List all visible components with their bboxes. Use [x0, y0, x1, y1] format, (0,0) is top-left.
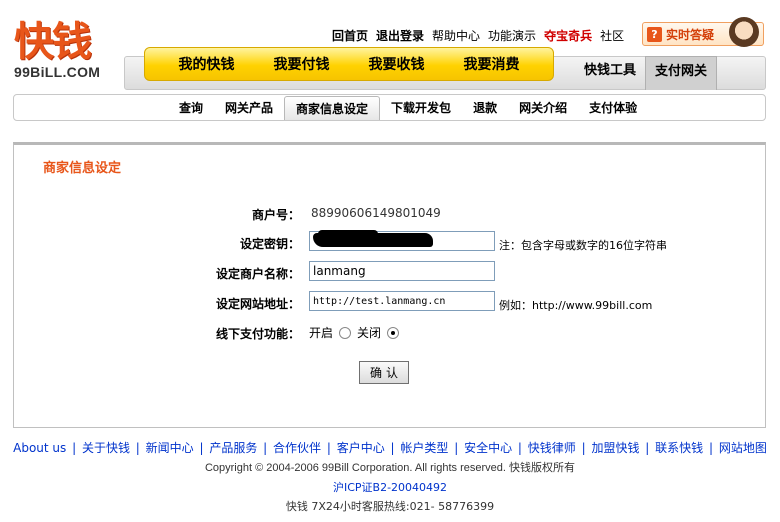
icp-license-link[interactable]: 沪ICP证B2-20040492	[0, 479, 780, 495]
tab-tools[interactable]: 快钱工具	[575, 56, 645, 90]
footer-link[interactable]: About us	[13, 441, 66, 455]
offline-off-radio[interactable]	[387, 326, 400, 339]
footer-link[interactable]: 快钱律师	[528, 441, 576, 455]
key-label: 设定密钥：	[239, 237, 300, 251]
footer-separator: |	[323, 441, 335, 455]
footer-separator: |	[195, 441, 208, 455]
help-center-link[interactable]: 帮助中心	[432, 27, 480, 44]
footer-separator: |	[450, 441, 463, 455]
footer-link[interactable]: 新闻中心	[146, 441, 194, 455]
footer-separator: |	[577, 441, 590, 455]
site-url-input[interactable]	[309, 291, 495, 311]
site-url-note: 例如：http://www.99bill.com	[499, 299, 653, 312]
live-help-label: 实时答疑	[666, 27, 715, 42]
footer-separator: |	[259, 441, 272, 455]
subnav-gateway-intro[interactable]: 网关介绍	[508, 96, 578, 120]
footer-link[interactable]: 产品服务	[209, 441, 257, 455]
logo-text-en: 99BiLL.COM	[14, 64, 101, 80]
main-tabs: 我的快钱 我要付钱 我要收钱 我要消费	[144, 47, 554, 81]
agent-avatar	[729, 17, 759, 47]
merchant-id-label: 商户号：	[251, 208, 300, 222]
demo-link[interactable]: 功能演示	[488, 27, 536, 44]
footer-link[interactable]: 网站地图	[719, 441, 767, 455]
offline-off-label: 关闭	[357, 326, 382, 340]
sub-nav-items: 查询 网关产品 商家信息设定 下载开发包 退款 网关介绍 支付体验	[168, 96, 648, 120]
footer-link[interactable]: 加盟快钱	[591, 441, 639, 455]
content-panel	[13, 142, 766, 428]
subnav-merchant-settings[interactable]: 商家信息设定	[284, 96, 381, 120]
question-icon: ?	[647, 26, 662, 42]
treasure-link[interactable]: 夺宝奇兵	[544, 27, 592, 44]
footer-separator: |	[386, 441, 399, 455]
tab-pay[interactable]: 我要付钱	[274, 54, 330, 74]
offline-on-label: 开启	[309, 326, 334, 340]
key-note: 注：包含字母或数字的16位字符串	[499, 239, 667, 252]
confirm-button[interactable]: 确认	[359, 361, 409, 384]
tab-payment-gateway[interactable]: 支付网关	[645, 56, 718, 90]
footer-separator: |	[705, 441, 717, 455]
site-url-label: 设定网站地址：	[215, 297, 300, 311]
footer-link[interactable]: 帐户类型	[400, 441, 448, 455]
top-links: 回首页 退出登录 帮助中心 功能演示 夺宝奇兵 社区	[332, 27, 624, 44]
footer-link[interactable]: 关于快钱	[82, 441, 130, 455]
subnav-payment-trial[interactable]: 支付体验	[578, 96, 648, 120]
logout-link[interactable]: 退出登录	[376, 27, 424, 44]
footer-link[interactable]: 联系快钱	[655, 441, 703, 455]
service-hotline: 快钱 7X24小时客服热线:021- 58776399	[285, 500, 495, 513]
footer-link[interactable]: 安全中心	[464, 441, 512, 455]
copyright: Copyright © 2004-2006 99Bill Corporation…	[204, 462, 576, 474]
logo[interactable]: 快钱 99BiLL.COM	[14, 18, 124, 92]
redaction-mark	[318, 230, 378, 238]
tab-my-99bill[interactable]: 我的快钱	[179, 54, 235, 74]
footer-separator: |	[514, 441, 526, 455]
footer-separator: |	[68, 441, 80, 455]
tab-consume[interactable]: 我要消费	[464, 54, 520, 74]
subnav-query[interactable]: 查询	[168, 96, 214, 120]
offline-payment-options: 开启 关闭	[309, 324, 400, 341]
home-link[interactable]: 回首页	[332, 27, 368, 44]
offline-payment-label: 线下支付功能：	[215, 327, 300, 341]
footer-links: About us | 关于快钱 | 新闻中心 | 产品服务 | 合作伙伴 | 客…	[0, 439, 780, 456]
subnav-gateway-products[interactable]: 网关产品	[214, 96, 284, 120]
footer-separator: |	[641, 441, 654, 455]
logo-text-cn: 快钱	[14, 18, 92, 65]
merchant-name-input[interactable]	[309, 261, 495, 281]
merchant-name-label: 设定商户名称：	[215, 267, 300, 281]
community-link[interactable]: 社区	[600, 27, 624, 44]
footer-separator: |	[131, 441, 144, 455]
subnav-refund[interactable]: 退款	[462, 96, 508, 120]
live-help-button[interactable]: ? 实时答疑	[642, 17, 764, 47]
offline-on-radio[interactable]	[339, 326, 352, 339]
panel-title: 商家信息设定	[43, 161, 122, 176]
footer-link[interactable]: 合作伙伴	[273, 441, 321, 455]
subnav-download-sdk[interactable]: 下载开发包	[380, 96, 462, 120]
footer-link[interactable]: 客户中心	[337, 441, 385, 455]
merchant-id-value: 88990606149801049	[311, 206, 441, 220]
right-tabs: 快钱工具 支付网关	[575, 56, 718, 90]
tab-receive[interactable]: 我要收钱	[369, 54, 425, 74]
